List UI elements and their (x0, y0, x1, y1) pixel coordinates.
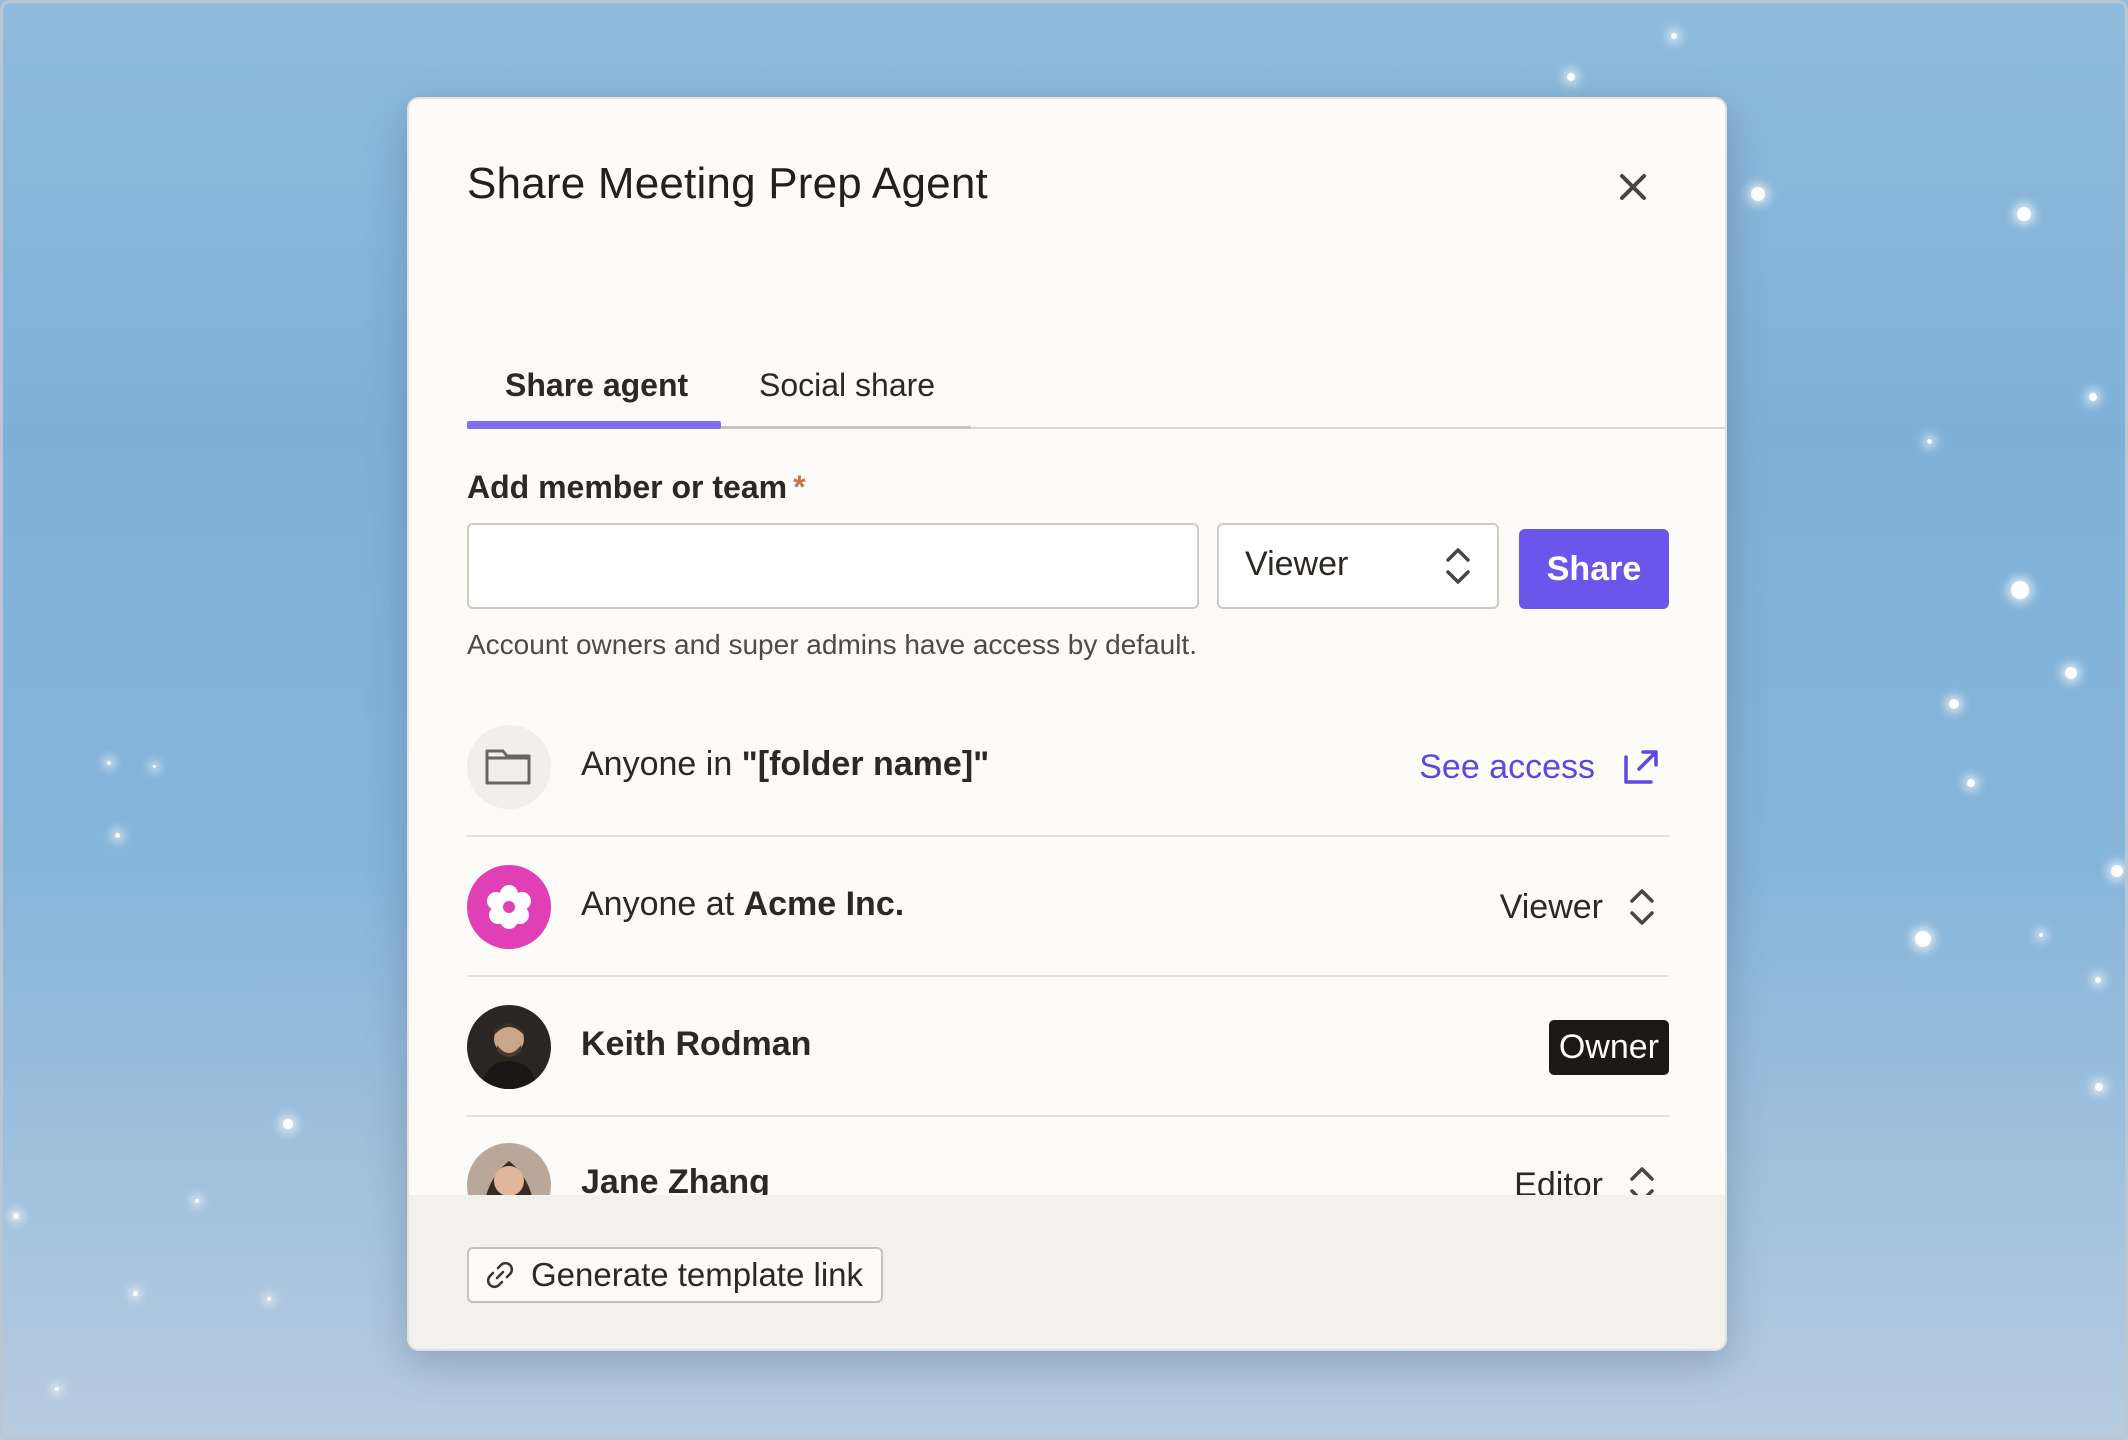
external-link-icon[interactable] (1621, 747, 1661, 787)
link-icon (486, 1261, 514, 1289)
close-icon[interactable] (1609, 163, 1657, 211)
generate-template-link-button[interactable]: Generate template link (467, 1247, 884, 1303)
org-access-text: Anyone at Acme Inc. (581, 885, 905, 923)
folder-access-text: Anyone in "[folder name]" (581, 745, 990, 783)
tab-share-agent[interactable]: Share agent (505, 367, 688, 404)
user-name: Keith Rodman (581, 1025, 812, 1063)
access-row-user: Keith Rodman Owner (467, 977, 1669, 1117)
chevron-up-down-icon (1446, 548, 1470, 584)
org-role-select[interactable]: Viewer (1500, 879, 1669, 935)
member-search-input[interactable] (467, 523, 1199, 609)
folder-icon (467, 725, 551, 809)
dialog-title: Share Meeting Prep Agent (467, 159, 988, 208)
generate-template-link-label: Generate template link (531, 1256, 864, 1293)
add-member-label: Add member or team * (467, 469, 806, 505)
owner-badge: Owner (1548, 1019, 1669, 1075)
see-access-link[interactable]: See access (1419, 748, 1595, 787)
role-select[interactable]: Viewer (1217, 523, 1499, 609)
share-dialog: Share Meeting Prep Agent Share agent Soc… (407, 97, 1727, 1351)
tab-bar: Share agent Social share (467, 349, 1725, 429)
helper-text: Account owners and super admins have acc… (467, 629, 1197, 660)
required-asterisk: * (793, 469, 806, 505)
access-row-folder: Anyone in "[folder name]" See access (467, 697, 1669, 837)
chevron-up-down-icon (1630, 889, 1654, 925)
role-select-value: Viewer (1245, 545, 1349, 583)
avatar (467, 1005, 551, 1089)
tab-social-share[interactable]: Social share (759, 367, 935, 404)
share-button[interactable]: Share (1519, 529, 1669, 609)
dialog-footer: Generate template link (409, 1195, 1725, 1349)
org-role-value: Viewer (1499, 887, 1603, 926)
active-tab-indicator (467, 421, 721, 429)
flower-logo-icon (467, 865, 551, 949)
access-row-org: Anyone at Acme Inc. Viewer (467, 837, 1669, 977)
